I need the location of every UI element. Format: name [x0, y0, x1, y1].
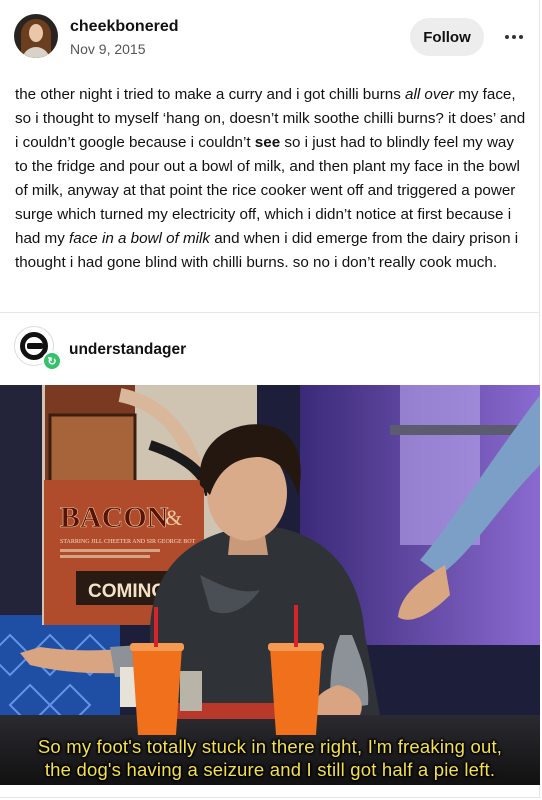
reblogger-username[interactable]: understandager: [69, 341, 186, 359]
post-image[interactable]: BACON & STARRING JILL CHEETER AND SIR GE…: [0, 385, 540, 785]
post-text: the other night i tried to make a curry …: [15, 86, 526, 271]
tv-scene-illustration: BACON & STARRING JILL CHEETER AND SIR GE…: [0, 385, 540, 785]
svg-text:&: &: [165, 505, 182, 530]
follow-button[interactable]: Follow: [410, 18, 484, 56]
subtitle-line-1: So my foot's totally stuck in there righ…: [37, 736, 503, 757]
reblog-icon: ↻: [42, 351, 62, 371]
bold-text: see: [254, 134, 281, 151]
reblog-header: ↻ understandager: [14, 326, 514, 372]
subtitle-line-2: the dog's having a seizure and I still g…: [44, 759, 496, 780]
post-date[interactable]: Nov 9, 2015: [70, 41, 146, 57]
more-options-icon[interactable]: [500, 26, 528, 48]
post-header: cheekbonered Nov 9, 2015 Follow: [14, 14, 528, 60]
poster-title: BACON: [60, 501, 169, 534]
poster-credits: STARRING JILL CHEETER AND SIR GEORGE BOT: [60, 539, 196, 545]
emphasis-text: all over: [405, 86, 454, 103]
divider: [0, 312, 540, 313]
author-avatar[interactable]: [14, 14, 58, 58]
author-username[interactable]: cheekbonered: [70, 18, 178, 36]
emphasis-text: face in a bowl of milk: [69, 230, 210, 247]
